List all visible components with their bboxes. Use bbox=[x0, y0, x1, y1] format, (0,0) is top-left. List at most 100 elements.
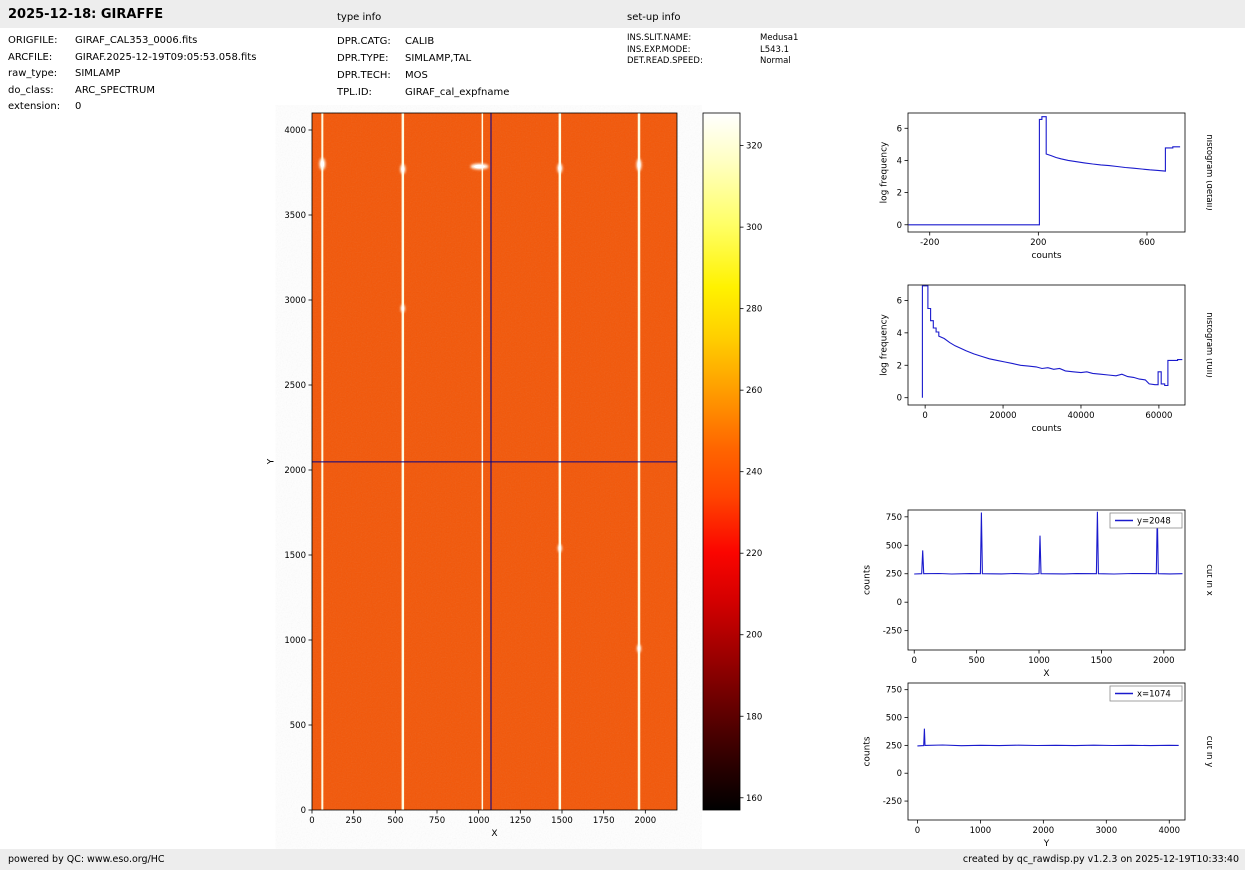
svg-text:0: 0 bbox=[922, 411, 927, 421]
svg-text:-250: -250 bbox=[883, 627, 902, 637]
svg-text:180: 180 bbox=[746, 712, 762, 722]
svg-text:cut in y: cut in y bbox=[1204, 736, 1212, 768]
svg-text:1500: 1500 bbox=[551, 816, 573, 826]
svg-text:200: 200 bbox=[1030, 238, 1046, 248]
svg-text:750: 750 bbox=[886, 686, 902, 696]
svg-text:0: 0 bbox=[912, 656, 917, 666]
svg-text:3500: 3500 bbox=[284, 211, 306, 221]
svg-text:320: 320 bbox=[746, 142, 762, 152]
svg-text:3000: 3000 bbox=[1095, 826, 1117, 836]
field-value: Normal bbox=[760, 56, 791, 66]
svg-text:4000: 4000 bbox=[1158, 826, 1180, 836]
file-info-row: ARCFILE: GIRAF.2025-12-19T09:05:53.058.fi… bbox=[8, 50, 256, 67]
svg-text:750: 750 bbox=[429, 816, 445, 826]
svg-text:1000: 1000 bbox=[284, 636, 306, 646]
svg-text:0: 0 bbox=[309, 816, 314, 826]
svg-text:log frequency: log frequency bbox=[879, 141, 889, 203]
cut-in-y-plot: 0 1000 2000 3000 4000 -250 0 250 500 750 Ycounts cu… bbox=[860, 675, 1212, 851]
svg-text:1750: 1750 bbox=[593, 816, 615, 826]
svg-text:1000: 1000 bbox=[970, 826, 992, 836]
svg-text:750: 750 bbox=[886, 513, 902, 523]
svg-text:280: 280 bbox=[746, 305, 762, 315]
field-value: SIMLAMP bbox=[75, 68, 121, 79]
setup-info-row: INS.SLIT.NAME: Medusa1 bbox=[627, 33, 798, 45]
field-value: Medusa1 bbox=[760, 33, 799, 43]
svg-text:4: 4 bbox=[897, 156, 902, 166]
field-value: MOS bbox=[405, 70, 428, 81]
svg-text:2000: 2000 bbox=[284, 466, 306, 476]
svg-text:4: 4 bbox=[897, 329, 902, 339]
svg-text:Y: Y bbox=[267, 458, 277, 465]
field-value: L543.1 bbox=[760, 44, 790, 55]
field-label: raw_type: bbox=[8, 68, 58, 79]
svg-text:240: 240 bbox=[746, 468, 762, 478]
field-label: DPR.TYPE: bbox=[337, 53, 389, 64]
svg-text:600: 600 bbox=[1139, 238, 1155, 248]
field-label: TPL.ID: bbox=[337, 87, 372, 98]
field-label: INS.EXP.MODE: bbox=[627, 44, 691, 55]
svg-text:500: 500 bbox=[290, 721, 306, 731]
svg-text:1250: 1250 bbox=[510, 816, 532, 826]
setup-info-row: INS.EXP.MODE: L543.1 bbox=[627, 45, 798, 57]
field-label: DPR.CATG: bbox=[337, 36, 391, 47]
svg-text:250: 250 bbox=[886, 570, 902, 580]
svg-text:-200: -200 bbox=[920, 238, 939, 248]
svg-text:histogram (detail): histogram (detail) bbox=[1204, 134, 1212, 210]
type-info-row: DPR.CATG: CALIB bbox=[337, 33, 509, 50]
field-value: GIRAF.2025-12-19T09:05:53.058.fits bbox=[75, 51, 257, 63]
svg-text:60000: 60000 bbox=[1145, 411, 1172, 421]
setup-info-list: INS.SLIT.NAME: Medusa1 INS.EXP.MODE: L543.… bbox=[627, 33, 798, 68]
svg-text:0: 0 bbox=[897, 769, 902, 779]
svg-text:6: 6 bbox=[897, 296, 902, 306]
field-label: do_class: bbox=[8, 84, 54, 96]
svg-text:1000: 1000 bbox=[1028, 656, 1050, 666]
raw-image-plot: 0 250 500 750 1000 1250 1500 1750 2000 0 500 1000 15… bbox=[240, 105, 702, 855]
field-value: 0 bbox=[75, 101, 82, 112]
svg-text:4000: 4000 bbox=[284, 126, 306, 136]
type-info-heading: type info bbox=[337, 12, 382, 23]
field-value: GIRAF_cal_expfname bbox=[405, 87, 510, 98]
svg-text:500: 500 bbox=[886, 541, 902, 551]
footer-created-by: created by qc_rawdisp.py v1.2.3 on 2025-… bbox=[962, 854, 1239, 865]
qc-report-page: 2025-12-18: GIRAFFE type info set-up inf… bbox=[0, 0, 1245, 870]
svg-text:y=2048: y=2048 bbox=[1137, 517, 1171, 527]
field-value: CALIB bbox=[405, 36, 435, 47]
svg-text:2: 2 bbox=[897, 189, 902, 199]
svg-text:2500: 2500 bbox=[284, 381, 306, 391]
svg-text:500: 500 bbox=[387, 816, 403, 826]
histogram-detail-plot: -200 200 600 0 2 4 6 counts log frequency histogr… bbox=[860, 105, 1212, 277]
svg-text:-250: -250 bbox=[883, 797, 902, 807]
type-info-list: DPR.CATG: CALIB DPR.TYPE: SIMLAMP,TAL DPR.… bbox=[337, 33, 509, 101]
svg-text:histogram (full): histogram (full) bbox=[1204, 312, 1212, 378]
file-info-list: ORIGFILE: GIRAF_CAL353_0006.fits ARCFILE:… bbox=[8, 33, 256, 116]
footer-powered-by: powered by QC: www.eso.org/HC bbox=[8, 854, 165, 865]
svg-text:1500: 1500 bbox=[1091, 656, 1113, 666]
field-value: SIMLAMP,TAL bbox=[405, 53, 472, 64]
field-label: DET.READ.SPEED: bbox=[627, 56, 703, 66]
svg-text:log frequency: log frequency bbox=[879, 313, 889, 375]
svg-text:0: 0 bbox=[301, 806, 306, 816]
svg-text:1000: 1000 bbox=[468, 816, 490, 826]
file-info-row: raw_type: SIMLAMP bbox=[8, 66, 256, 83]
field-value: ARC_SPECTRUM bbox=[75, 84, 155, 96]
svg-text:300: 300 bbox=[746, 223, 762, 233]
file-info-row: extension: 0 bbox=[8, 99, 256, 116]
svg-text:200: 200 bbox=[746, 631, 762, 641]
page-title: 2025-12-18: GIRAFFE bbox=[8, 7, 164, 22]
svg-text:0: 0 bbox=[897, 221, 902, 231]
svg-text:40000: 40000 bbox=[1067, 411, 1094, 421]
field-label: ARCFILE: bbox=[8, 51, 53, 63]
file-info-row: do_class: ARC_SPECTRUM bbox=[8, 83, 256, 100]
svg-text:0: 0 bbox=[897, 394, 902, 404]
colorbar: 160 180 200 220 240 260 280 300 320 bbox=[692, 105, 780, 855]
svg-text:0: 0 bbox=[915, 826, 920, 836]
svg-text:20000: 20000 bbox=[990, 411, 1017, 421]
type-info-row: DPR.TECH: MOS bbox=[337, 67, 509, 84]
svg-text:500: 500 bbox=[886, 714, 902, 724]
svg-text:counts: counts bbox=[1031, 424, 1061, 434]
svg-text:500: 500 bbox=[969, 656, 985, 666]
svg-text:Y: Y bbox=[1043, 839, 1050, 849]
field-label: extension: bbox=[8, 101, 61, 112]
svg-text:2000: 2000 bbox=[635, 816, 657, 826]
footer-bar: powered by QC: www.eso.org/HC created by… bbox=[0, 849, 1245, 870]
